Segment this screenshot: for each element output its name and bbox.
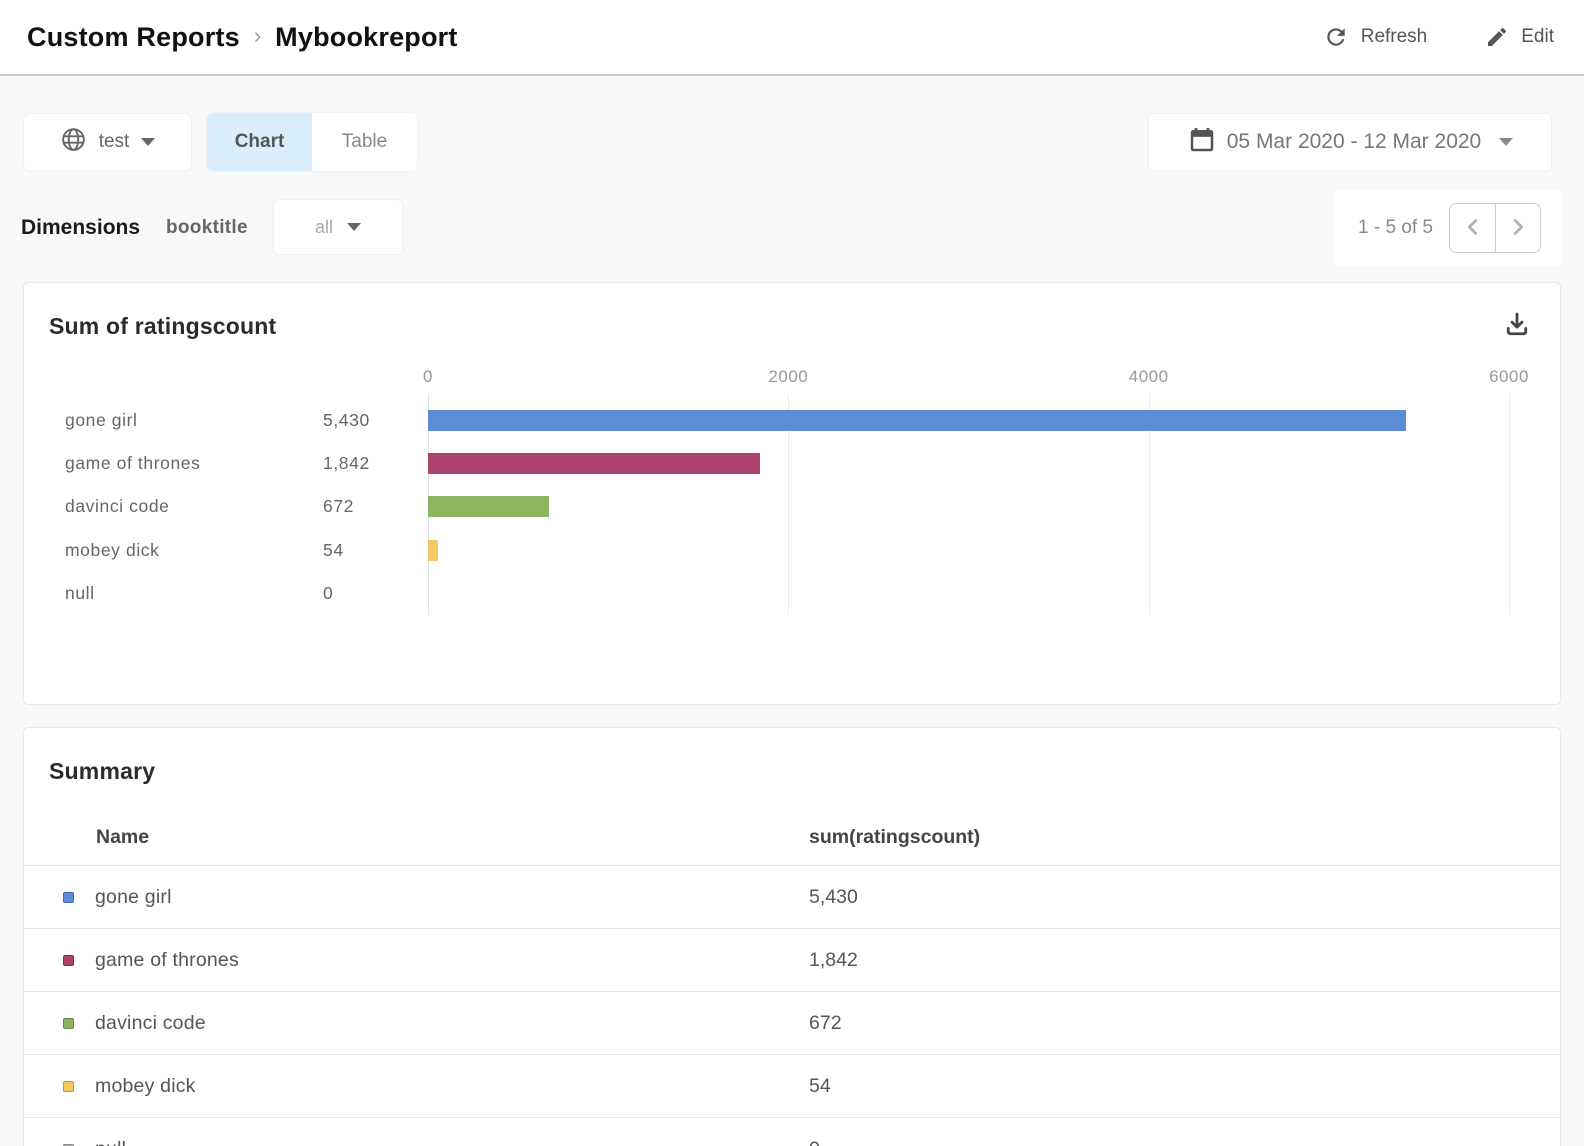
chevron-right-icon — [1507, 216, 1529, 241]
category-name: null — [65, 583, 323, 604]
app-selector-dropdown[interactable]: test — [23, 113, 192, 171]
row-value: 0 — [809, 1138, 1560, 1146]
bar-row — [428, 485, 1509, 528]
dimension-filter-value: all — [315, 217, 333, 238]
table-row: mobey dick 54 — [24, 1055, 1560, 1118]
series-color-marker — [63, 1081, 74, 1092]
page-header: Custom Reports › Mybookreport Refresh Ed… — [0, 0, 1584, 76]
row-value: 1,842 — [809, 949, 1560, 972]
row-name: davinci code — [95, 1012, 206, 1035]
next-page-button[interactable] — [1495, 204, 1540, 252]
edit-label: Edit — [1521, 26, 1554, 48]
bar-chart: 0200040006000 gone girl5,430game of thro… — [65, 367, 1509, 615]
summary-table: Name sum(ratingscount) gone girl 5,430 gam… — [24, 809, 1560, 1146]
category-name: game of thrones — [65, 453, 323, 474]
chevron-down-icon — [1499, 138, 1513, 146]
app-selector-value: test — [99, 131, 130, 153]
series-color-marker — [63, 955, 74, 966]
date-range-value: 05 Mar 2020 - 12 Mar 2020 — [1227, 130, 1481, 154]
row-name: gone girl — [95, 886, 172, 909]
x-axis: 0200040006000 — [428, 367, 1509, 399]
category-value: 54 — [323, 540, 428, 561]
tab-chart[interactable]: Chart — [207, 113, 312, 171]
download-icon — [1502, 327, 1532, 342]
row-value: 54 — [809, 1075, 1560, 1098]
series-color-marker — [63, 1018, 74, 1029]
bar-davinci-code[interactable] — [428, 496, 549, 517]
chart-category-labels: gone girl5,430game of thrones1,842davinc… — [65, 399, 428, 615]
tab-table[interactable]: Table — [312, 113, 417, 171]
breadcrumb: Custom Reports › Mybookreport — [27, 22, 458, 53]
x-axis-tick-label: 2000 — [768, 367, 808, 387]
pencil-icon — [1485, 25, 1509, 49]
chart-card: Sum of ratingscount 0 2000 4000 6000 gone g… — [23, 282, 1561, 705]
category-name: mobey dick — [65, 540, 323, 561]
refresh-icon — [1323, 24, 1349, 50]
prev-page-button[interactable] — [1450, 204, 1495, 252]
series-color-marker — [63, 892, 74, 903]
column-header-value: sum(ratingscount) — [809, 826, 1560, 849]
table-row: davinci code 672 — [24, 992, 1560, 1055]
chevron-left-icon — [1462, 216, 1484, 241]
chart-row-label: davinci code672 — [65, 485, 428, 528]
refresh-label: Refresh — [1361, 26, 1428, 48]
bar-row — [428, 572, 1509, 615]
row-name: null — [95, 1138, 126, 1146]
view-tabs: ChartTable — [207, 113, 417, 171]
chart-row-label: game of thrones1,842 — [65, 442, 428, 485]
summary-table-header: Name sum(ratingscount) — [24, 809, 1560, 866]
category-value: 0 — [323, 583, 428, 604]
bar-row — [428, 529, 1509, 572]
category-value: 1,842 — [323, 453, 428, 474]
breadcrumb-separator-icon: › — [254, 23, 261, 49]
breadcrumb-parent[interactable]: Custom Reports — [27, 22, 240, 53]
table-row: gone girl 5,430 — [24, 866, 1560, 929]
dimension-field-name: booktitle — [166, 217, 248, 239]
dimension-filter-dropdown[interactable]: all — [273, 199, 403, 255]
chart-row-label: gone girl5,430 — [65, 399, 428, 442]
column-header-name: Name — [24, 826, 809, 849]
chevron-down-icon — [141, 138, 155, 146]
header-actions: Refresh Edit — [1323, 24, 1554, 50]
bar-row — [428, 442, 1509, 485]
row-name: mobey dick — [95, 1075, 196, 1098]
x-axis-tick-label: 0 — [423, 367, 433, 387]
pagination-range: 1 - 5 of 5 — [1358, 217, 1433, 239]
page-title: Mybookreport — [275, 22, 457, 53]
chart-row-label: null0 — [65, 572, 428, 615]
dimensions-row: Dimensions booktitle all 1 - 5 of 5 — [21, 196, 1561, 266]
category-value: 672 — [323, 496, 428, 517]
summary-card: Summary Name sum(ratingscount) gone girl… — [23, 727, 1561, 1146]
category-value: 5,430 — [323, 410, 428, 431]
table-row: game of thrones 1,842 — [24, 929, 1560, 992]
row-value: 672 — [809, 1012, 1560, 1035]
gridline — [1509, 394, 1510, 615]
summary-title: Summary — [49, 758, 155, 785]
calendar-icon — [1187, 125, 1217, 160]
edit-button[interactable]: Edit — [1485, 25, 1554, 49]
category-name: davinci code — [65, 496, 323, 517]
table-row: null 0 — [24, 1118, 1560, 1146]
bar-row — [428, 399, 1509, 442]
bar-game-of-thrones[interactable] — [428, 453, 760, 474]
x-axis-tick-label: 6000 — [1489, 367, 1529, 387]
toolbar: test ChartTable 05 Mar 2020 - 12 Mar 202… — [23, 113, 1552, 171]
globe-icon — [60, 126, 87, 158]
row-value: 5,430 — [809, 886, 1560, 909]
dimensions-label: Dimensions — [21, 216, 140, 240]
row-name: game of thrones — [95, 949, 239, 972]
date-range-picker[interactable]: 05 Mar 2020 - 12 Mar 2020 — [1148, 113, 1552, 171]
bar-gone-girl[interactable] — [428, 410, 1406, 431]
chart-plot-area — [428, 399, 1509, 615]
pagination: 1 - 5 of 5 — [1335, 190, 1561, 266]
pagination-buttons — [1449, 203, 1541, 253]
x-axis-tick-label: 4000 — [1129, 367, 1169, 387]
chart-row-label: mobey dick54 — [65, 529, 428, 572]
refresh-button[interactable]: Refresh — [1323, 24, 1428, 50]
bar-mobey-dick[interactable] — [428, 540, 438, 561]
chevron-down-icon — [347, 223, 361, 231]
chart-title: Sum of ratingscount — [49, 313, 276, 340]
download-button[interactable] — [1502, 309, 1532, 342]
category-name: gone girl — [65, 410, 323, 431]
